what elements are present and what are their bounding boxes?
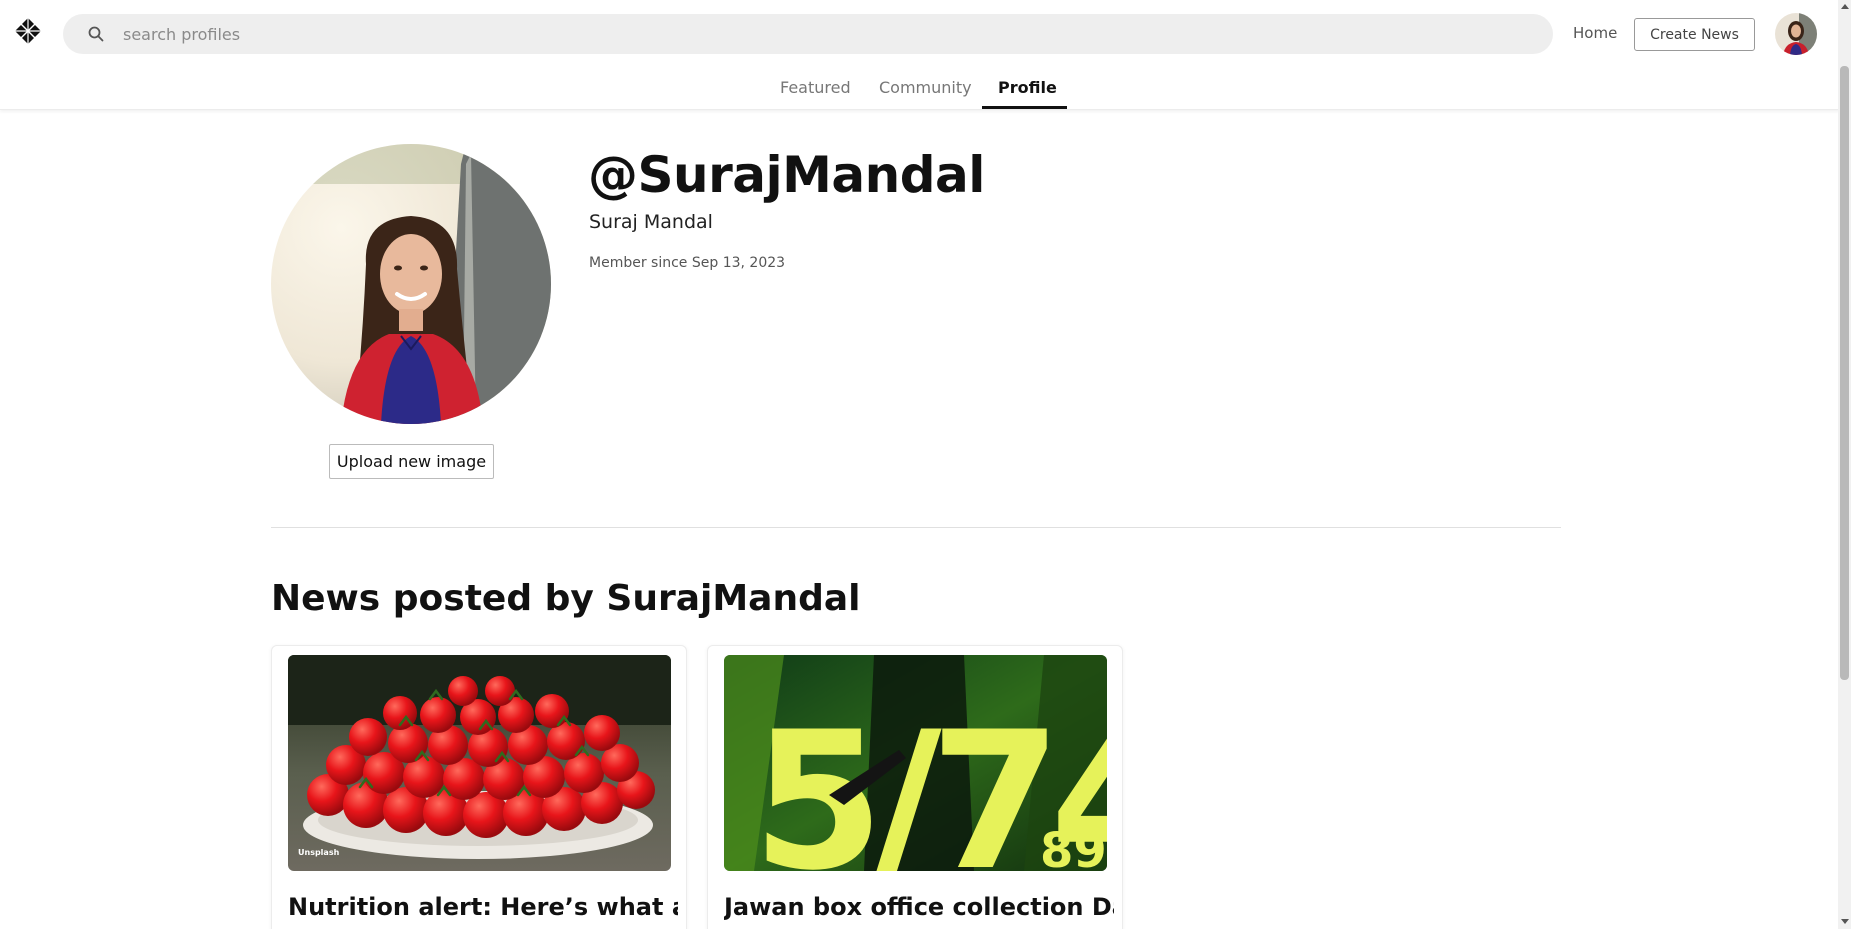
tab-profile[interactable]: Profile [998,78,1057,97]
member-since: Member since Sep 13, 2023 [589,255,786,271]
news-card[interactable]: Unsplash Nutrition alert: Here’s what a [271,645,687,929]
poster-subnumber: 89 [1040,823,1107,871]
active-tab-indicator [982,106,1067,109]
news-card-image[interactable]: Unsplash [288,655,671,871]
search-input[interactable] [123,14,1523,54]
divider [271,527,1561,528]
news-card-image[interactable]: 5/74 89 [724,655,1107,871]
home-link[interactable]: Home [1573,24,1617,42]
search-icon [87,25,105,43]
image-credit: Unsplash [298,848,340,857]
upload-image-button[interactable]: Upload new image [329,444,494,479]
scroll-down-icon[interactable] [1841,919,1849,924]
profile-photo [271,144,551,424]
scroll-thumb[interactable] [1840,66,1849,680]
top-bar: Home Create News [0,0,1840,66]
tab-community[interactable]: Community [879,78,972,97]
news-card-title[interactable]: Nutrition alert: Here’s what a [288,893,678,921]
logo-icon[interactable] [14,17,42,45]
avatar[interactable] [1775,13,1817,55]
tab-bar: Featured Community Profile [0,66,1840,110]
profile-full-name: Suraj Mandal [589,211,713,233]
create-news-button[interactable]: Create News [1634,18,1755,51]
tab-featured[interactable]: Featured [780,78,851,97]
news-card[interactable]: 5/74 89 Jawan box office collection Day [707,645,1123,929]
profile-handle: @SurajMandal [588,146,985,204]
news-section-title: News posted by SurajMandal [271,578,861,619]
scroll-up-icon[interactable] [1841,4,1849,9]
news-card-title[interactable]: Jawan box office collection Day [724,893,1114,921]
search-bar [63,14,1553,54]
scrollbar[interactable] [1838,0,1851,929]
